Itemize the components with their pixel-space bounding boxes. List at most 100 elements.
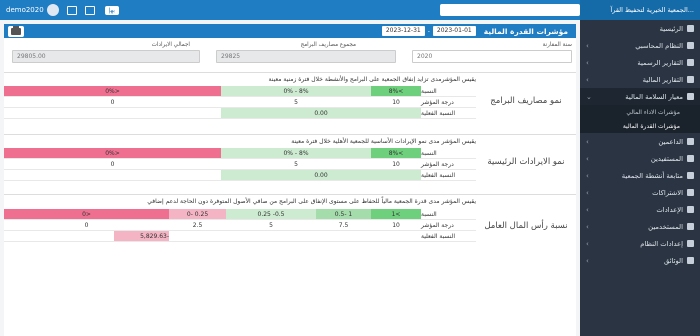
empty-cell [4, 231, 114, 242]
row-label: النسبة [421, 148, 476, 159]
avatar [46, 4, 59, 16]
panel-header: 2023-12-31 - 2023-01-01 مؤشرات القدرة ال… [4, 24, 576, 38]
row-label: درجة المؤشر [421, 159, 476, 170]
shield-icon [687, 93, 694, 100]
activity-icon [687, 172, 694, 179]
users-icon [687, 155, 694, 162]
donor-icon [687, 138, 694, 145]
calendar-icon[interactable] [66, 5, 77, 15]
sidebar-item-settings[interactable]: ‹ الإعدادات [580, 201, 700, 218]
brand-name: الجمعية الخيرية لتحفيظ القرآ... [580, 0, 700, 20]
chevron-left-icon: ‹ [586, 240, 589, 248]
indicator-description: يقيس المؤشرمدى تزايد إنفاق الجمعية على ا… [268, 76, 476, 83]
grid-icon[interactable] [84, 5, 95, 15]
user-menu[interactable]: demo2020 [6, 4, 59, 16]
sidebar-item-documents[interactable]: ‹ الوثائق [580, 252, 700, 269]
sidebar-item-label: إعدادات النظام [640, 239, 683, 248]
calculator-icon [687, 42, 694, 49]
sidebar-item-label: متابعة أنشطة الجمعية [621, 171, 683, 180]
sidebar-item-official-reports[interactable]: ‹ التقارير الرسمية [580, 54, 700, 71]
date-from-input[interactable]: 2023-01-01 [432, 26, 476, 36]
score-cell: 0 [4, 220, 169, 231]
empty-cell [169, 231, 421, 242]
indicator-title: نمو الايرادات الرئيسية [487, 156, 565, 167]
actual-row: النسبة الفعلية 0.00 [4, 170, 476, 181]
actual-value: -5,829.63 [114, 231, 169, 242]
chevron-down-icon: ⌄ [586, 93, 592, 101]
score-row: درجة المؤشر 10 5 0 [4, 97, 476, 108]
sidebar-subitem-performance[interactable]: مؤشرات الاداء المالي [580, 105, 700, 119]
sidebar-subitem-capacity[interactable]: مؤشرات القدرة المالية [580, 119, 700, 133]
sidebar-item-users[interactable]: ‹ المستخدمين [580, 218, 700, 235]
language-button[interactable]: ﺑﻬﺈ [104, 5, 119, 15]
sidebar-item-label: النظام المحاسبي [635, 41, 683, 50]
sidebar-item-label: المستخدمين [648, 222, 683, 231]
actual-row: النسبة الفعلية 0.00 [4, 108, 476, 119]
report-icon [687, 59, 694, 66]
ratio-cell: 8% - 0% [221, 86, 371, 97]
sidebar-item-financial-safety[interactable]: ⌄ معيار السلامة المالية [580, 88, 700, 105]
submenu: مؤشرات الاداء المالي مؤشرات القدرة المال… [580, 105, 700, 133]
expenses-field: 29825 [216, 50, 396, 63]
empty-cell [4, 170, 221, 181]
chevron-left-icon: ‹ [586, 59, 589, 67]
print-button[interactable] [8, 26, 24, 37]
chevron-left-icon: ‹ [586, 223, 589, 231]
score-cell: 10 [371, 220, 421, 231]
score-cell: 5 [221, 159, 371, 170]
ratio-row: النسبة >8% 8% - 0% <0% [4, 86, 476, 97]
cog-icon [687, 240, 694, 247]
indicator-card: نسبة رأس المال العامل يقيس المؤشر مدى قد… [4, 194, 576, 256]
sidebar-item-beneficiaries[interactable]: ‹ المستفيدين [580, 150, 700, 167]
search-input[interactable] [440, 4, 580, 16]
score-cell: 5 [226, 220, 316, 231]
row-label: درجة المؤشر [421, 97, 476, 108]
score-cell: 10 [371, 159, 421, 170]
sidebar-item-donors[interactable]: ‹ الداعمين [580, 133, 700, 150]
ratio-cell: >8% [371, 148, 421, 159]
row-label: النسبة الفعلية [421, 108, 476, 119]
row-label: النسبة الفعلية [421, 231, 476, 242]
chevron-left-icon: ‹ [586, 189, 589, 197]
printer-icon [11, 26, 21, 35]
score-cell: 5 [221, 97, 371, 108]
chevron-left-icon: ‹ [586, 257, 589, 265]
ratio-row: النسبة >1 1 -0.5 0.5- 0.25 0.25 -0 <0 [4, 209, 476, 220]
indicator-title: نسبة رأس المال العامل [484, 220, 568, 231]
home-icon [687, 25, 694, 32]
sidebar-item-label: المستفيدين [650, 154, 683, 163]
sidebar-item-financial-reports[interactable]: ‹ التقارير المالية [580, 71, 700, 88]
ratio-cell: <0% [4, 86, 221, 97]
score-row: درجة المؤشر 10 7.5 5 2.5 0 [4, 220, 476, 231]
score-cell: 2.5 [169, 220, 226, 231]
username: demo2020 [6, 6, 44, 14]
sidebar-item-system-settings[interactable]: ‹ إعدادات النظام [580, 235, 700, 252]
sidebar-item-subscriptions[interactable]: ‹ الاشتراكات [580, 184, 700, 201]
sidebar-item-activities[interactable]: ‹ متابعة أنشطة الجمعية [580, 167, 700, 184]
sidebar-item-accounting[interactable]: ‹ النظام المحاسبي [580, 37, 700, 54]
row-label: النسبة [421, 209, 476, 220]
indicator-description: يقيس المؤشر مدى نمو الإيرادات الأساسية ل… [291, 138, 476, 145]
actual-value: 0.00 [221, 170, 421, 181]
score-cell: 7.5 [316, 220, 371, 231]
sidebar: الرئيسية ‹ النظام المحاسبي ‹ التقارير الرس… [580, 20, 700, 336]
sidebar-item-home[interactable]: الرئيسية [580, 20, 700, 37]
gear-icon [687, 206, 694, 213]
actual-value: 0.00 [221, 108, 421, 119]
filters: سنة المقارنة 2020 مجموع مصاريف البرامج 2… [4, 38, 576, 70]
user-icon [687, 223, 694, 230]
row-label: درجة المؤشر [421, 220, 476, 231]
chevron-left-icon: ‹ [586, 138, 589, 146]
chevron-left-icon: ‹ [586, 42, 589, 50]
ratio-cell: 8% - 0% [221, 148, 371, 159]
chevron-left-icon: ‹ [586, 172, 589, 180]
ratio-cell: <0% [4, 148, 221, 159]
ratio-cell: 0.5- 0.25 [226, 209, 316, 220]
ratio-row: النسبة >8% 8% - 0% <0% [4, 148, 476, 159]
date-to-input[interactable]: 2023-12-31 [381, 26, 425, 36]
score-cell: 10 [371, 97, 421, 108]
row-label: النسبة الفعلية [421, 170, 476, 181]
fiscal-year-select[interactable]: 2020 [412, 50, 572, 63]
ratio-cell: 1 -0.5 [316, 209, 371, 220]
fiscal-year-label: سنة المقارنة [542, 42, 572, 48]
